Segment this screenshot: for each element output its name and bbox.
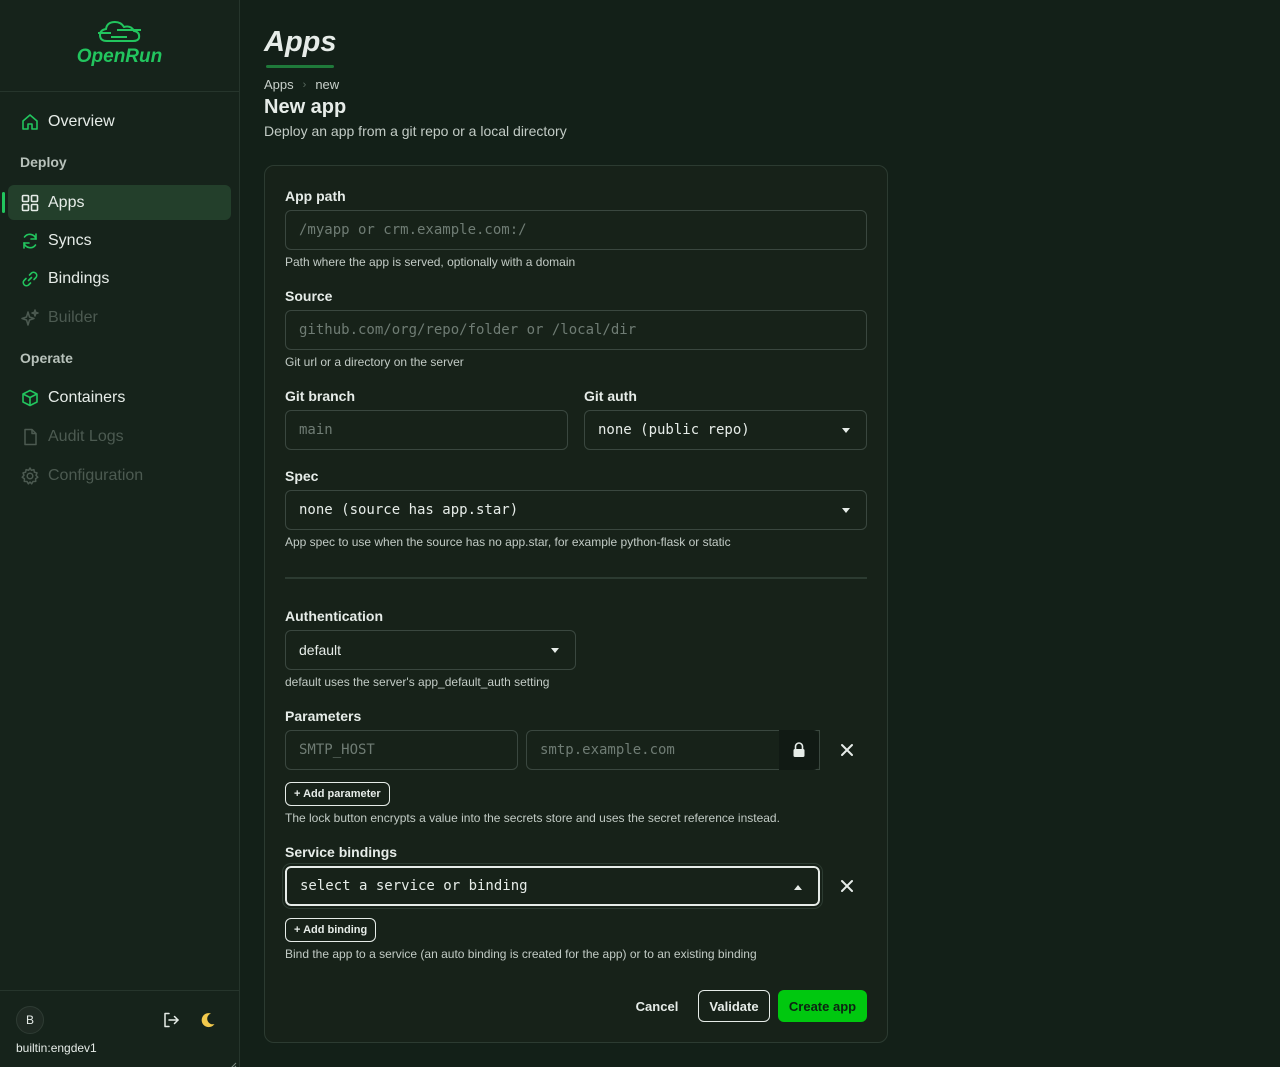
git-branch-input[interactable]: main xyxy=(285,410,568,450)
git-auth-label: Git auth xyxy=(584,388,637,404)
page-title: Apps xyxy=(264,26,337,58)
gear-icon xyxy=(20,466,40,486)
chevron-down-icon xyxy=(551,648,559,653)
title-underline xyxy=(266,65,334,68)
breadcrumb-new: new xyxy=(315,77,340,92)
git-auth-value: none (public repo) xyxy=(598,422,750,438)
sidebar-item-apps[interactable]: Apps xyxy=(2,185,231,220)
sync-icon xyxy=(20,231,40,251)
document-icon xyxy=(20,427,40,447)
sidebar-item-label: Apps xyxy=(48,193,85,211)
add-binding-button[interactable]: + Add binding xyxy=(285,918,377,942)
sidebar-item-label: Overview xyxy=(48,112,115,130)
sidebar-item-label: Containers xyxy=(48,388,126,406)
parameters-label: Parameters xyxy=(285,708,362,724)
parameter-key-input[interactable]: SMTP_HOST xyxy=(285,730,518,770)
sidebar-item-label: Builder xyxy=(48,308,98,326)
cancel-button[interactable]: Cancel xyxy=(628,990,686,1022)
resize-handle-icon[interactable] xyxy=(229,1057,237,1067)
git-auth-select[interactable]: none (public repo) xyxy=(584,410,867,450)
authentication-value: default xyxy=(299,642,342,658)
spec-label: Spec xyxy=(285,468,319,484)
service-bindings-hint: Bind the app to a service (an auto bindi… xyxy=(285,947,757,961)
grid-icon xyxy=(20,193,40,213)
breadcrumb: Apps › new xyxy=(264,77,339,92)
logout-icon[interactable] xyxy=(162,1011,180,1029)
spec-value: none (source has app.star) xyxy=(299,502,519,518)
service-binding-value: select a service or binding xyxy=(300,878,528,894)
sidebar: OpenRun Overview Deploy Apps Syncs Bindi… xyxy=(0,0,240,1067)
section-divider xyxy=(285,577,867,579)
chevron-down-icon xyxy=(842,428,850,433)
user-name: builtin:engdev1 xyxy=(16,1041,97,1055)
service-bindings-label: Service bindings xyxy=(285,844,398,860)
close-icon[interactable] xyxy=(837,740,857,760)
cloud-logo-icon xyxy=(98,20,141,42)
sidebar-item-overview[interactable]: Overview xyxy=(8,104,231,139)
sidebar-item-containers[interactable]: Containers xyxy=(8,380,231,415)
create-app-button[interactable]: Create app xyxy=(778,990,867,1022)
page-subheading: Deploy an app from a git repo or a local… xyxy=(264,123,567,139)
nav-section-operate: Operate xyxy=(20,350,73,366)
page-heading: New app xyxy=(264,96,347,118)
authentication-label: Authentication xyxy=(285,608,383,624)
sidebar-item-syncs[interactable]: Syncs xyxy=(8,223,231,258)
app-path-input[interactable]: /myapp or crm.example.com:/ xyxy=(285,210,867,250)
sidebar-item-audit-logs: Audit Logs xyxy=(8,419,231,454)
home-icon xyxy=(20,112,40,132)
chevron-right-icon: › xyxy=(302,78,307,91)
parameters-hint: The lock button encrypts a value into th… xyxy=(285,811,780,825)
box-icon xyxy=(20,388,40,408)
validate-button[interactable]: Validate xyxy=(698,990,770,1022)
link-icon xyxy=(20,269,40,289)
source-hint: Git url or a directory on the server xyxy=(285,355,464,369)
app-path-hint: Path where the app is served, optionally… xyxy=(285,255,576,269)
source-label: Source xyxy=(285,288,333,304)
authentication-select[interactable]: default xyxy=(285,630,576,670)
nav-section-deploy: Deploy xyxy=(20,154,67,170)
source-input[interactable]: github.com/org/repo/folder or /local/dir xyxy=(285,310,867,350)
sidebar-footer: B builtin:engdev1 xyxy=(0,990,239,1067)
sidebar-item-label: Configuration xyxy=(48,466,144,484)
sidebar-item-label: Syncs xyxy=(48,231,92,249)
moon-icon[interactable] xyxy=(199,1011,217,1029)
sidebar-item-label: Audit Logs xyxy=(48,427,124,445)
sidebar-item-configuration: Configuration xyxy=(8,458,231,493)
logo-text: OpenRun xyxy=(76,46,163,67)
spec-hint: App spec to use when the source has no a… xyxy=(285,535,731,549)
avatar[interactable]: B xyxy=(16,1006,44,1034)
sidebar-item-label: Bindings xyxy=(48,269,110,287)
spec-select[interactable]: none (source has app.star) xyxy=(285,490,867,530)
sidebar-item-builder: Builder xyxy=(8,300,231,335)
chevron-up-icon xyxy=(794,885,802,890)
lock-icon[interactable] xyxy=(779,730,819,770)
app-path-label: App path xyxy=(285,188,346,204)
logo[interactable]: OpenRun xyxy=(0,0,240,92)
chevron-down-icon xyxy=(842,508,850,513)
add-parameter-button[interactable]: + Add parameter xyxy=(285,782,390,806)
authentication-hint: default uses the server's app_default_au… xyxy=(285,675,550,689)
close-icon[interactable] xyxy=(837,876,857,896)
service-binding-select[interactable]: select a service or binding xyxy=(283,864,822,908)
parameter-value-input[interactable]: smtp.example.com xyxy=(526,730,820,770)
sparkles-icon xyxy=(20,308,40,328)
git-branch-label: Git branch xyxy=(285,388,356,404)
new-app-form-card xyxy=(264,165,888,1043)
sidebar-item-bindings[interactable]: Bindings xyxy=(8,261,231,296)
breadcrumb-apps[interactable]: Apps xyxy=(264,77,294,92)
